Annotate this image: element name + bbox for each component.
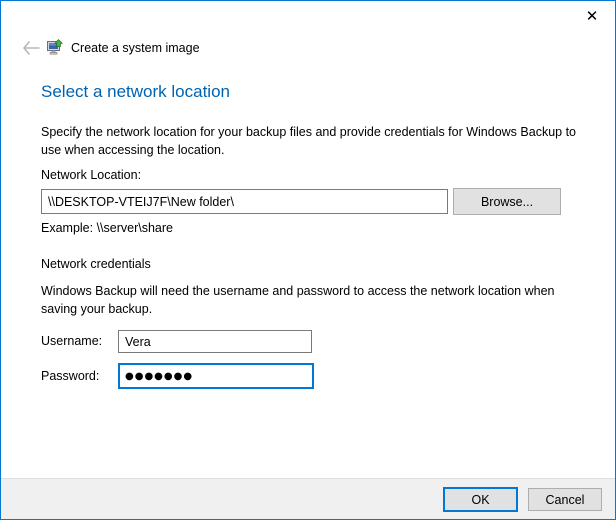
browse-button[interactable]: Browse... — [453, 188, 561, 215]
network-location-input[interactable] — [41, 189, 448, 214]
cancel-button[interactable]: Cancel — [528, 488, 602, 511]
footer-bar — [1, 478, 615, 519]
create-system-image-dialog: ✕ Create a system image Select a network… — [0, 0, 616, 520]
intro-text: Specify the network location for your ba… — [41, 123, 586, 159]
username-input[interactable] — [118, 330, 312, 353]
credentials-description: Windows Backup will need the username an… — [41, 282, 586, 318]
system-image-monitor-icon — [47, 39, 63, 55]
example-text: Example: \\server\share — [41, 221, 173, 235]
close-icon[interactable]: ✕ — [569, 1, 615, 31]
page-title: Select a network location — [41, 82, 230, 102]
username-label: Username: — [41, 334, 102, 348]
network-location-label: Network Location: — [41, 168, 141, 182]
password-label: Password: — [41, 369, 99, 383]
wizard-title: Create a system image — [71, 41, 200, 55]
network-credentials-heading: Network credentials — [41, 257, 151, 271]
password-input[interactable] — [118, 363, 314, 389]
back-arrow-icon[interactable] — [21, 38, 41, 58]
ok-button[interactable]: OK — [443, 487, 518, 512]
